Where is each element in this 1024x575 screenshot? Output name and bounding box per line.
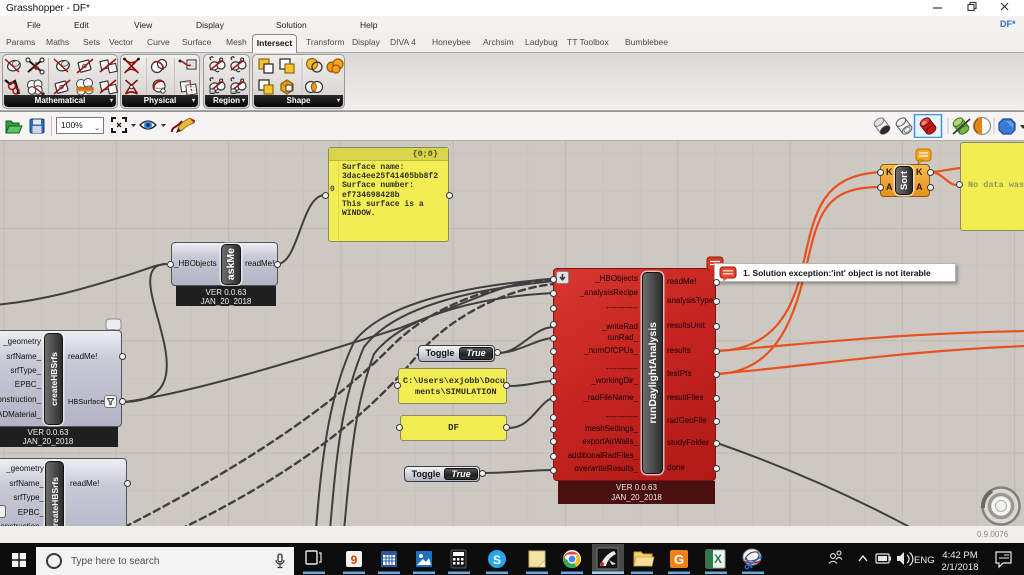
svg-text:4:42 PM: 4:42 PM xyxy=(942,550,977,561)
svg-text:G: G xyxy=(674,552,684,567)
svg-text:S: S xyxy=(493,553,501,567)
svg-text:ENG: ENG xyxy=(914,555,935,566)
svg-text:2/1/2018: 2/1/2018 xyxy=(942,562,979,573)
svg-text:X: X xyxy=(714,552,722,566)
svg-text:9: 9 xyxy=(351,553,358,567)
